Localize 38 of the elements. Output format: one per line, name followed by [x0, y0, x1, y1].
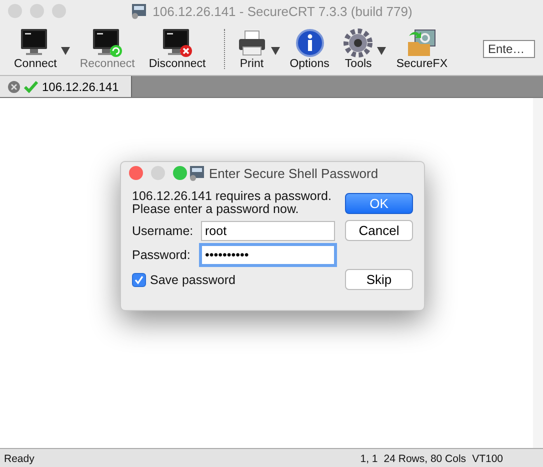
- caret-icon[interactable]: [377, 46, 386, 54]
- app-icon: [189, 165, 205, 181]
- toolbar-button[interactable]: Options: [286, 28, 334, 70]
- app-icon: [130, 3, 147, 19]
- close-icon[interactable]: [8, 80, 20, 92]
- terminal-type: VT100: [472, 452, 503, 464]
- printer-icon: [236, 28, 267, 58]
- field-label: Username:: [132, 224, 194, 238]
- window-button[interactable]: [129, 166, 143, 180]
- field-label: Password:: [132, 248, 192, 262]
- toolbar-button[interactable]: Print: [232, 28, 271, 70]
- toolbar-button[interactable]: SecureFX: [392, 28, 452, 70]
- toolbar-button[interactable]: Connect: [10, 28, 61, 70]
- status-text: Ready: [4, 452, 34, 464]
- dialog-title: Enter Secure Shell Password: [209, 166, 378, 180]
- toolbar-button[interactable]: Tools: [339, 28, 378, 70]
- gear-icon: [343, 28, 374, 58]
- monitor-icon: [160, 28, 194, 58]
- input-field[interactable]: ••••••••••: [201, 245, 335, 265]
- dialog-message: 106.12.26.141 requires a password. Please enter a password now.: [132, 190, 332, 216]
- search-field[interactable]: Ente…: [483, 40, 535, 58]
- session-tab[interactable]: 106.12.26.141: [0, 76, 132, 97]
- input-field[interactable]: root: [201, 220, 335, 240]
- checkbox[interactable]: [132, 272, 146, 286]
- caret-icon[interactable]: [270, 46, 280, 54]
- info-icon: [294, 28, 325, 58]
- dialog-button[interactable]: Cancel: [345, 220, 413, 241]
- checkbox-label: Save password: [150, 272, 236, 286]
- cursor-position: 1, 1: [360, 452, 378, 464]
- terminal-size: 24 Rows, 80 Cols: [384, 452, 466, 464]
- monitor-icon: [90, 28, 124, 58]
- window-title: 106.12.26.141 - SecureCRT 7.3.3 (build 779): [152, 4, 412, 18]
- window-button[interactable]: [173, 166, 187, 180]
- caret-icon[interactable]: [60, 46, 70, 54]
- toolbar-button[interactable]: Disconnect: [144, 28, 210, 70]
- dialog-button[interactable]: Skip: [345, 269, 413, 290]
- folder-lock-icon: [406, 28, 438, 58]
- checkmark-icon: [24, 80, 38, 92]
